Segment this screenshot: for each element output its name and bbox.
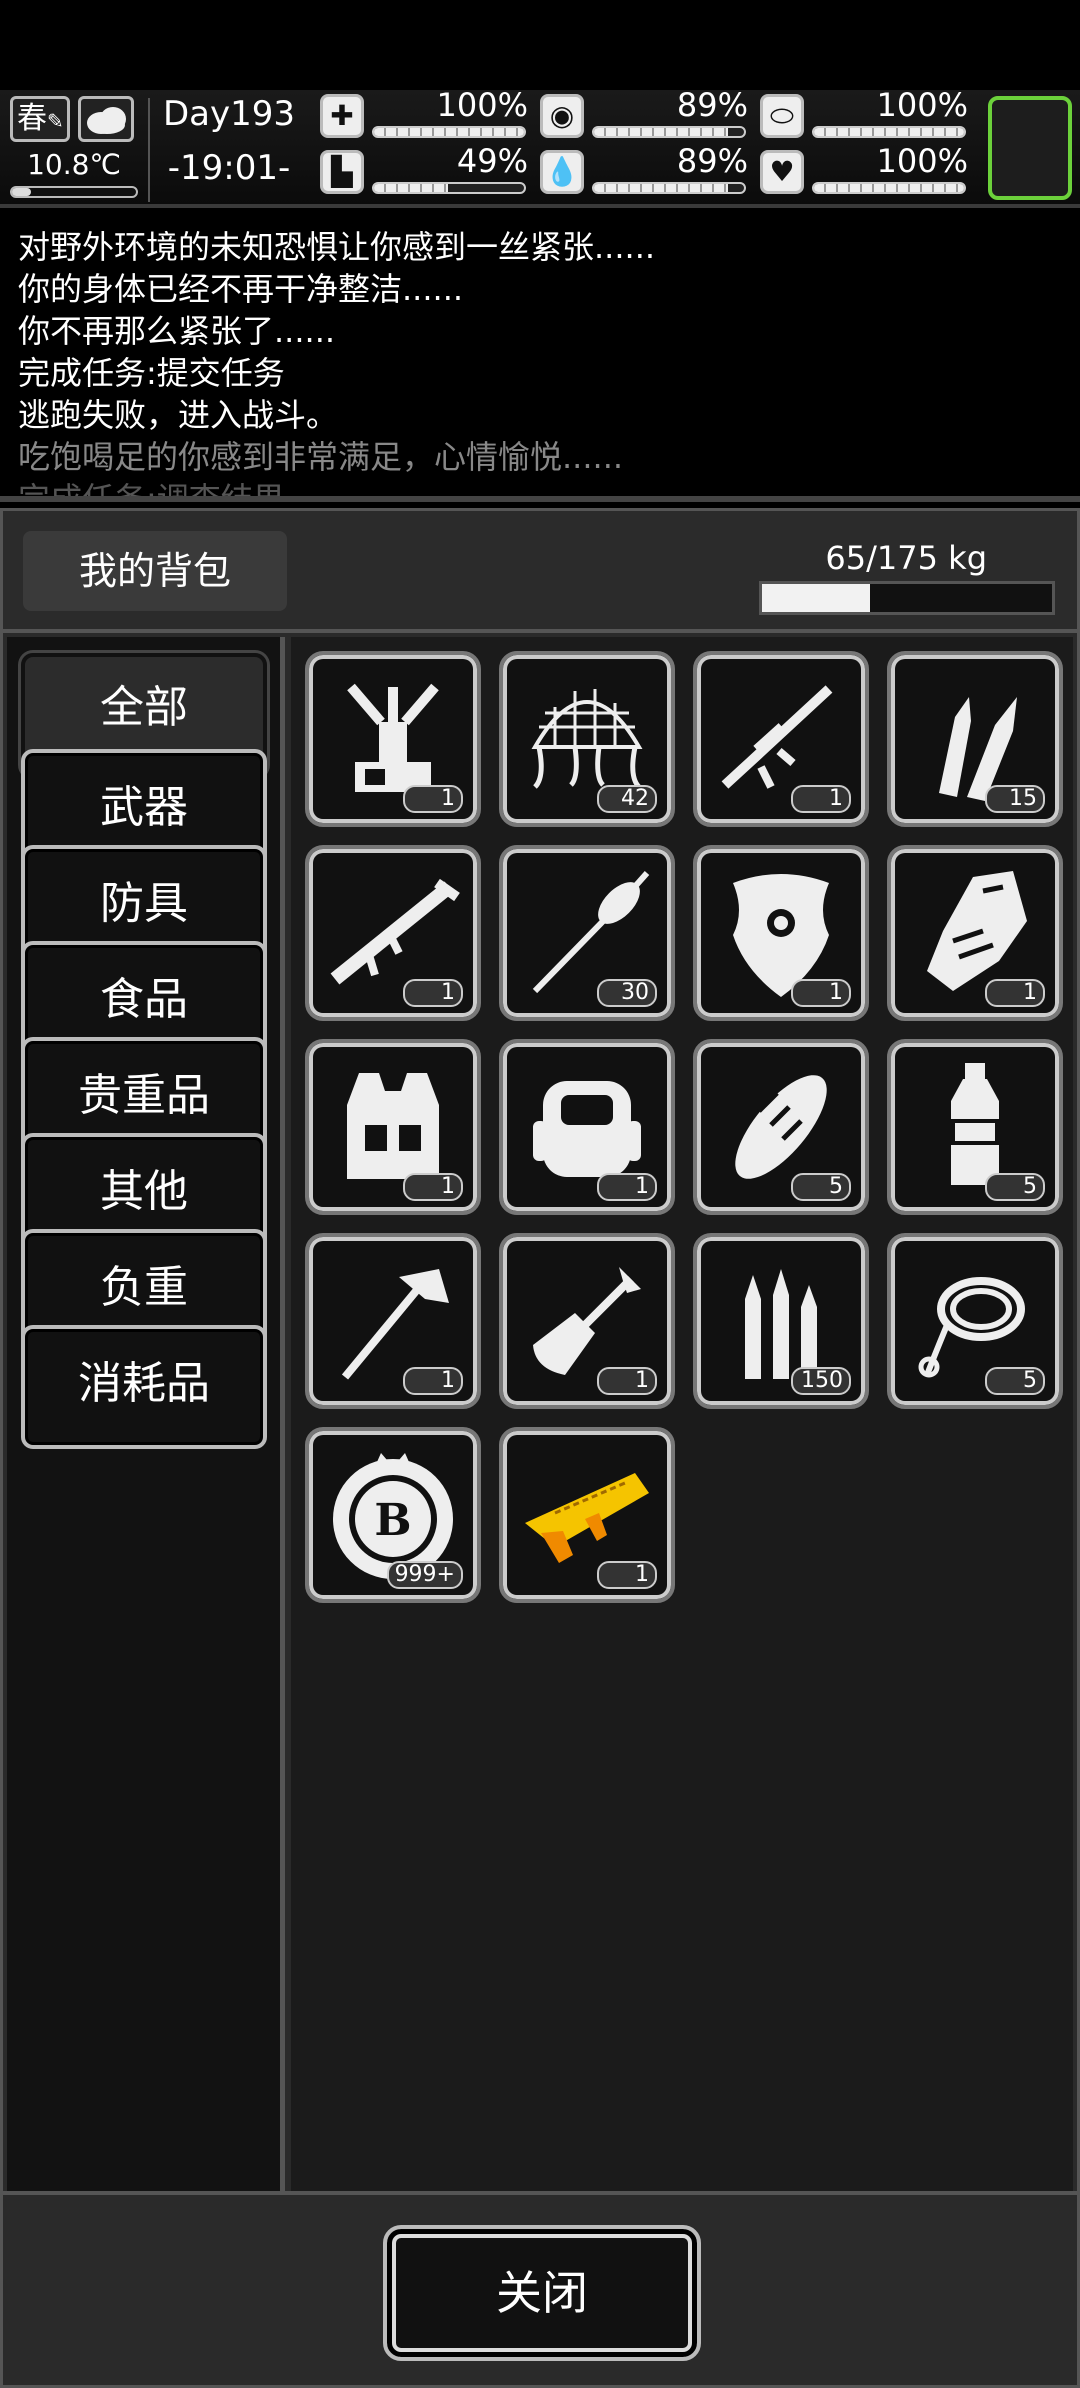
stat-energy-fill [814,128,964,136]
log-line: 完成任务:提交任务 [18,354,285,392]
stat-thirst-bar [592,182,746,194]
item-slot[interactable]: 15 [887,651,1063,827]
stat-thirst: 💧 89% [540,142,750,196]
item-slot[interactable]: 5 [887,1233,1063,1409]
pill-icon: ⬭ [760,94,804,138]
message-log[interactable]: 对野外环境的未知恐惧让你感到一丝紧张...... 你的身体已经不再干净整洁...… [0,212,1080,502]
stat-mood-fill [814,184,964,192]
item-count: 999+ [386,1561,463,1589]
item-slot[interactable]: 1 [305,845,481,1021]
item-count: 1 [791,785,851,813]
stat-mood-bar [812,182,966,194]
stat-stamina-bar [372,182,526,194]
item-slot[interactable]: 5 [693,1039,869,1215]
item-count: 1 [597,1173,657,1201]
item-count: 150 [791,1367,851,1395]
cloud-icon [78,96,134,142]
stat-health-value: 100% [436,86,528,124]
stomach-icon: ◉ [540,94,584,138]
item-count: 15 [985,785,1045,813]
stat-stamina-fill [374,184,448,192]
stat-mood-value: 100% [876,142,968,180]
stat-stamina-value: 49% [456,142,528,180]
item-slot[interactable]: 42 [499,651,675,827]
item-slot[interactable]: 1 [305,1233,481,1409]
stat-energy-bar [812,126,966,138]
log-line: 完成任务:调查结果 [18,480,285,502]
stat-health-fill [374,128,524,136]
item-count: 1 [403,785,463,813]
stat-mood: ♥ 100% [760,142,970,196]
item-slot[interactable]: 5 [887,1039,1063,1215]
item-count: 1 [403,979,463,1007]
item-count: 1 [597,1367,657,1395]
item-count: 1 [791,979,851,1007]
item-slot[interactable]: 1 [693,651,869,827]
stat-energy-value: 100% [876,86,968,124]
season-badge: 春✎ [10,96,70,142]
stat-health-bar [372,126,526,138]
item-count: 5 [791,1173,851,1201]
item-slot[interactable]: 1 [499,1039,675,1215]
heart-icon: ♥ [760,150,804,194]
log-line: 对野外环境的未知恐惧让你感到一丝紧张...... [18,228,656,266]
inventory-title: 我的背包 [23,531,287,611]
item-count: 1 [597,1561,657,1589]
item-slot[interactable]: 150 [693,1233,869,1409]
boot-icon: ▙ [320,150,364,194]
item-count: 5 [985,1173,1045,1201]
stat-stamina: ▙ 49% [320,142,530,196]
svg-text:B: B [374,1495,411,1546]
item-slot[interactable]: B 999+ [305,1427,481,1603]
item-slot[interactable]: 1 [887,845,1063,1021]
temperature: 10.8℃ [27,148,121,181]
stat-hunger-bar [592,126,746,138]
log-line: 你的身体已经不再干净整洁...... [18,270,464,308]
item-slot[interactable]: 30 [499,845,675,1021]
clock: -19:01- [167,148,291,188]
water-drop-icon: 💧 [540,150,584,194]
item-count: 42 [597,785,657,813]
weight-label: 65/175 kg [825,539,987,577]
inventory-header: 我的背包 65/175 kg [3,511,1077,633]
item-count: 30 [597,979,657,1007]
stat-hunger-fill [594,128,728,136]
temperature-fill [12,188,31,196]
item-slot[interactable]: 1 [305,651,481,827]
medkit-icon: ✚ [320,94,364,138]
stat-hunger: ◉ 89% [540,86,750,140]
equipment-slot[interactable] [988,96,1072,200]
stat-thirst-fill [594,184,728,192]
log-line: 你不再那么紧张了...... [18,312,336,350]
item-slot[interactable]: 1 [305,1039,481,1215]
weight-bar [759,581,1055,615]
inventory-panel: 我的背包 65/175 kg 全部 武器 防具 食品 贵重品 其他 负重 消耗品… [0,508,1080,2388]
item-slot[interactable]: 1 [499,1233,675,1409]
hud: 春✎ 10.8℃ Day193 -19:01- ✚ 100% ◉ 89% ⬭ 1… [0,86,1080,208]
item-count: 1 [403,1173,463,1201]
stat-energy: ⬭ 100% [760,86,970,140]
item-grid: 1 42 1 15 1 30 1 1 1 1 5 5 1 1 150 5 B 9… [291,637,1073,2193]
item-slot[interactable]: 1 [693,845,869,1021]
item-count: 5 [985,1367,1045,1395]
category-consumables[interactable]: 消耗品 [21,1325,267,1449]
category-sidebar: 全部 武器 防具 食品 贵重品 其他 负重 消耗品 [7,637,285,2193]
weight-fill [762,584,870,612]
item-count: 1 [403,1367,463,1395]
log-line: 逃跑失败，进入战斗。 [18,396,339,434]
status-bar-spacer [0,0,1080,90]
temperature-bar [10,186,138,198]
day-counter: Day193 [162,94,296,134]
log-line: 吃饱喝足的你感到非常满足，心情愉悦...... [18,438,624,476]
stat-health: ✚ 100% [320,86,530,140]
stat-hunger-value: 89% [676,86,748,124]
item-count: 1 [985,979,1045,1007]
item-slot[interactable]: 1 [499,1427,675,1603]
inventory-footer: 关闭 [3,2191,1077,2385]
close-button[interactable]: 关闭 [383,2225,701,2361]
stat-thirst-value: 89% [676,142,748,180]
